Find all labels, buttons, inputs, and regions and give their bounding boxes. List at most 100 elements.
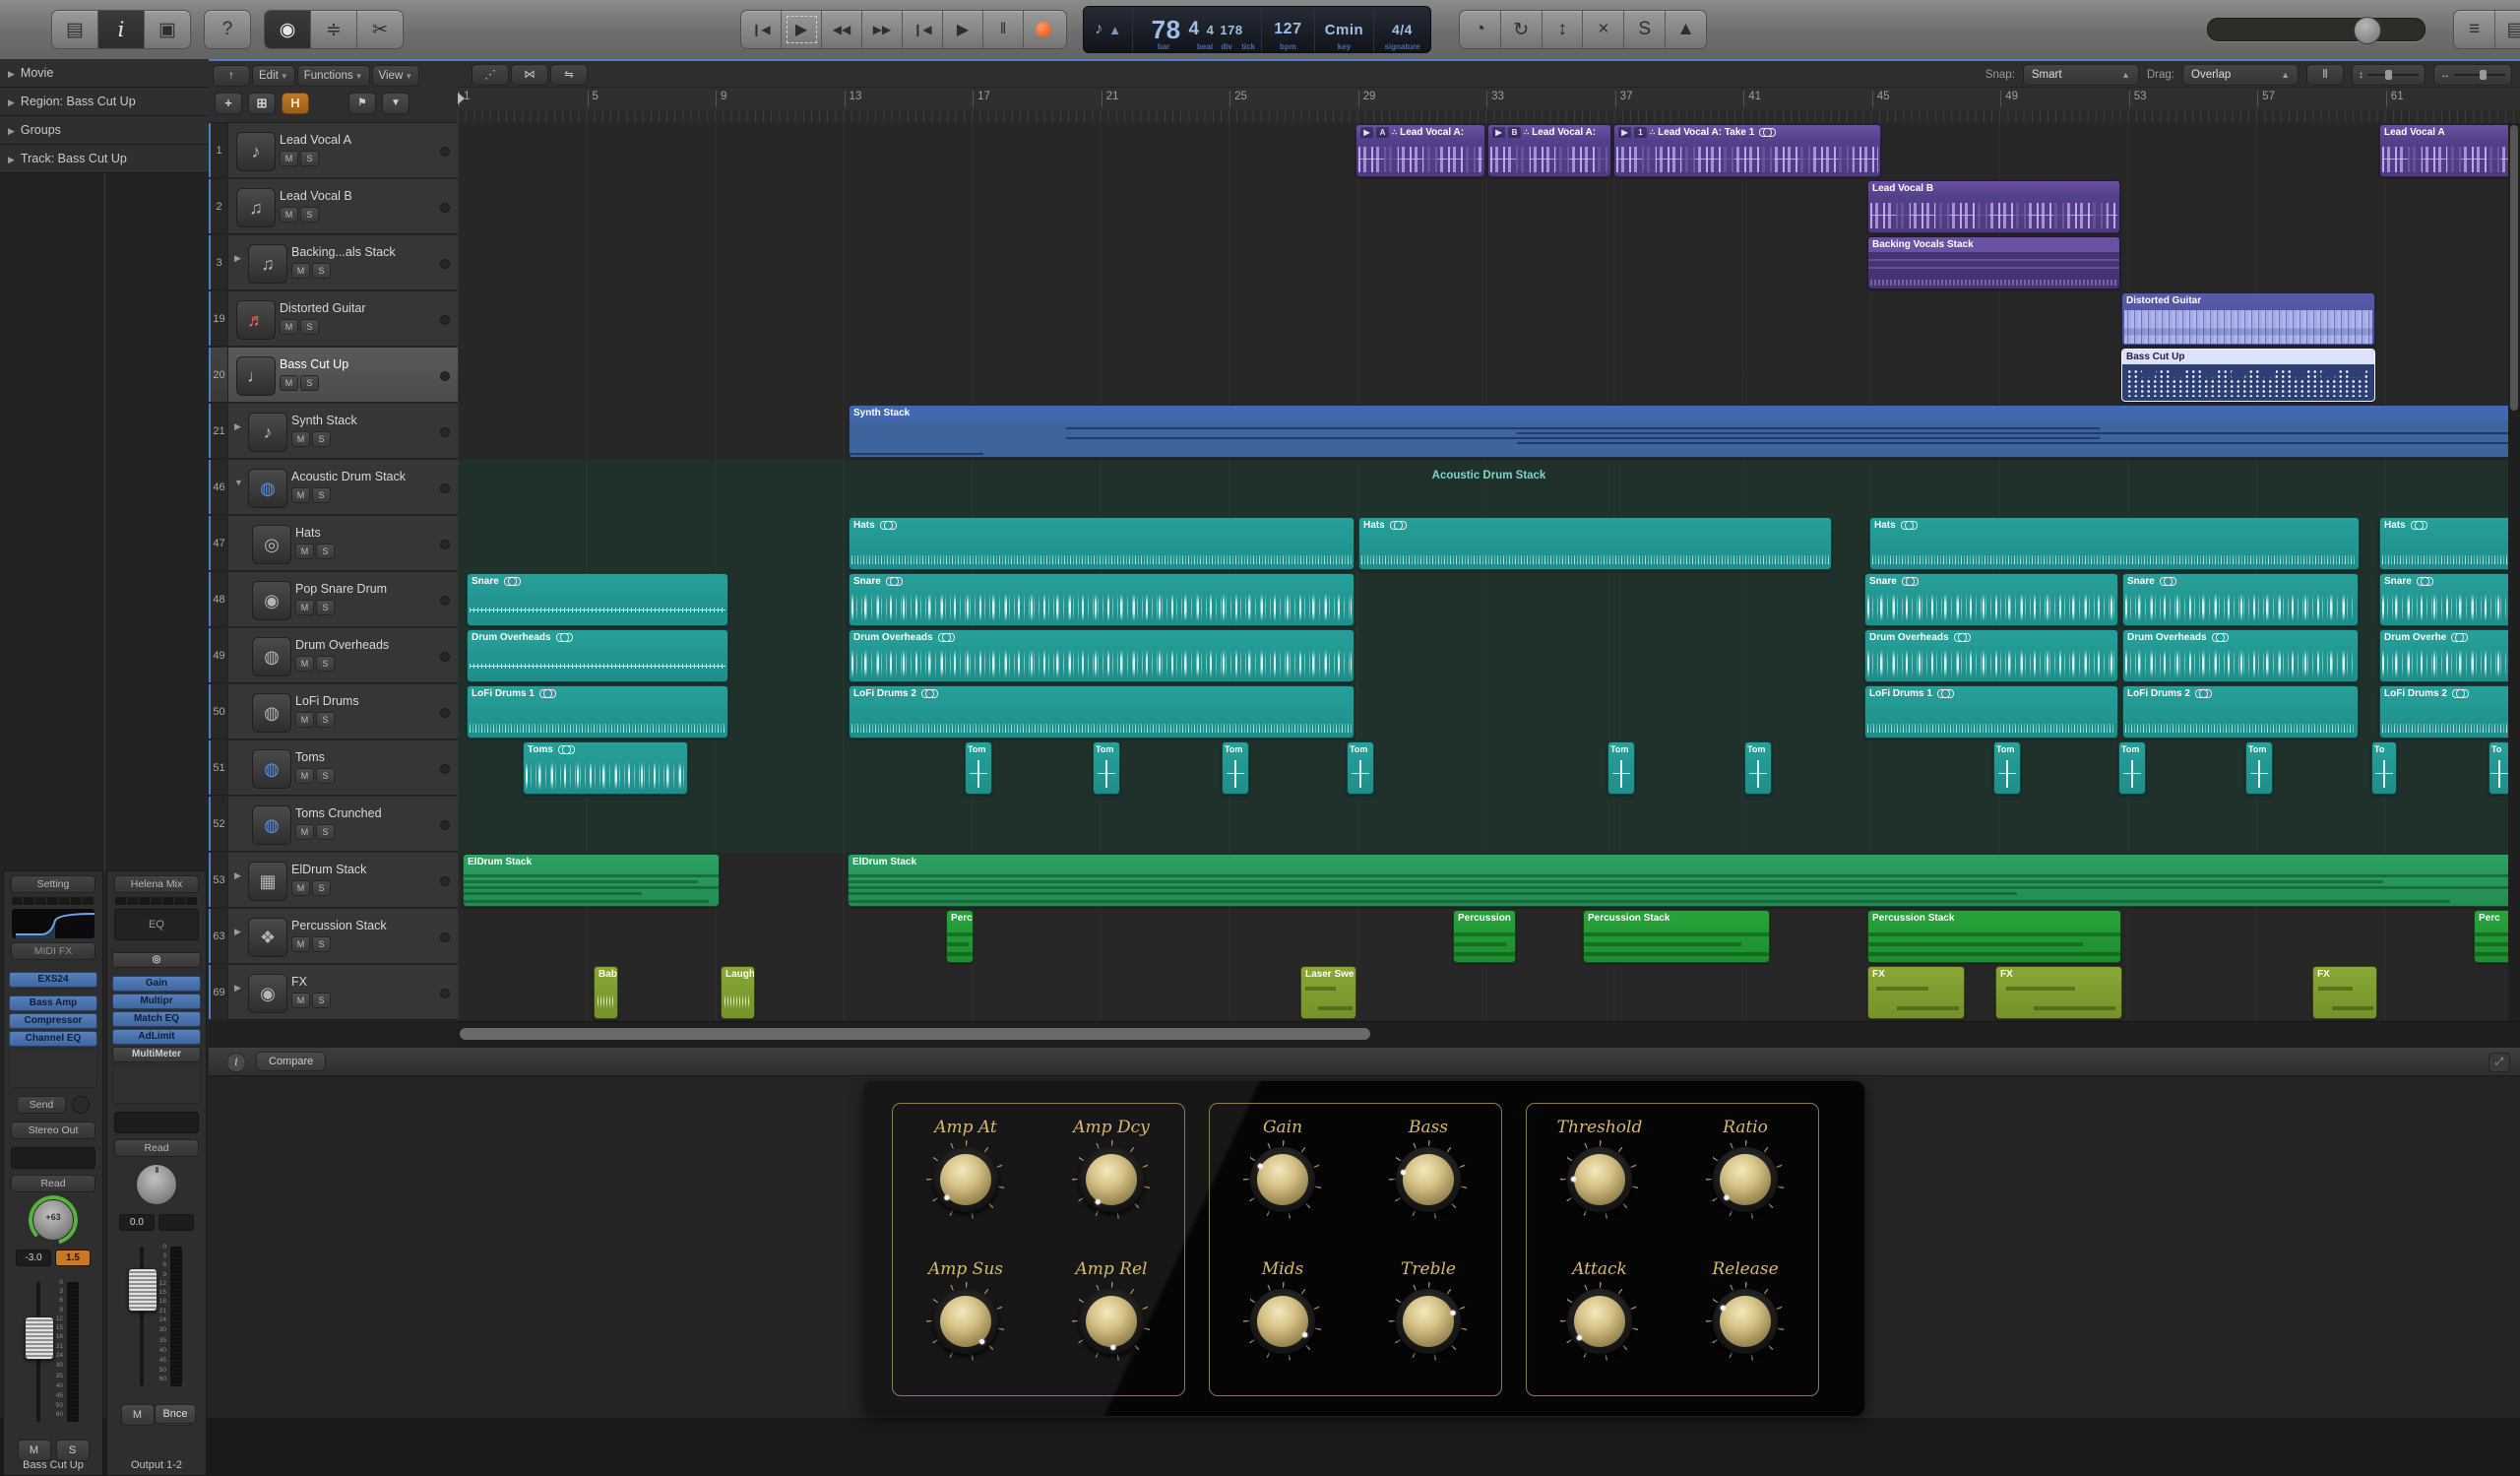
mute-button[interactable]: M [120, 1404, 155, 1426]
rewind-button[interactable]: ◀◀ [822, 11, 862, 48]
automation-mode-button[interactable]: Read [11, 1175, 95, 1192]
region-lead-vocal-a-take-1[interactable]: ▶ 1 ∴ Lead Vocal A: Take 1 [1613, 124, 1881, 177]
region-percussion-stack[interactable]: Percussion Stack [1583, 910, 1770, 963]
track-input-monitor[interactable] [440, 764, 450, 774]
region-hats[interactable]: Hats [1869, 517, 2360, 570]
region-lofi-drums-2[interactable]: LoFi Drums 2 [2122, 685, 2359, 738]
drag-dropdown[interactable]: Overlap▲▼ [2182, 64, 2299, 99]
region-eldrum-stack[interactable]: ElDrum Stack [463, 854, 720, 907]
audio-fx-slot[interactable]: Gain [112, 976, 201, 992]
play-button[interactable]: ▶ [943, 11, 983, 48]
knob-bass[interactable] [1389, 1140, 1468, 1219]
track-name[interactable]: Hats [295, 526, 321, 540]
drum-kit-icon[interactable]: ◍ [252, 693, 291, 733]
track-input-monitor[interactable] [440, 932, 450, 942]
region-percussion[interactable]: Percussion [1453, 910, 1516, 963]
track-row-percussion-stack[interactable]: 63 ▶ ❖ Percussion Stack M S [209, 909, 458, 964]
empty-fx-slot[interactable] [9, 1049, 97, 1088]
track-disclosure-icon[interactable]: ▶ [234, 421, 241, 432]
lcd-key[interactable]: Cmin key [1315, 7, 1374, 52]
vertical-scrollbar[interactable] [2508, 123, 2520, 1021]
disclosure-triangle-icon[interactable]: ▶ [8, 97, 15, 107]
library-icon[interactable]: ▤ [52, 11, 98, 48]
note-pads-icon[interactable]: ▤ [2495, 11, 2520, 48]
track-input-monitor[interactable] [440, 652, 450, 662]
back-button[interactable]: ↑ [213, 65, 250, 87]
format-button[interactable]: ◎ [112, 952, 201, 968]
region-synth-stack[interactable]: Synth Stack [849, 405, 2518, 458]
track-row-hats[interactable]: 47 ◎ Hats M S [209, 516, 458, 571]
knob-threshold[interactable] [1560, 1140, 1639, 1219]
track-name[interactable]: Bass Cut Up [280, 357, 348, 371]
track-solo-button[interactable]: S [316, 600, 335, 615]
region-tom[interactable]: Tom [1993, 741, 2021, 795]
track-input-monitor[interactable] [440, 708, 450, 718]
compare-button[interactable]: Compare [256, 1052, 327, 1071]
region-eldrum-stack[interactable]: ElDrum Stack [848, 854, 2518, 907]
inspector-icon[interactable]: i [98, 11, 145, 48]
solo-icon[interactable]: S [1624, 11, 1667, 48]
view-menu[interactable]: View ▼ [371, 65, 420, 87]
track-disclosure-icon[interactable]: ▶ [234, 927, 241, 937]
master-volume-slider[interactable] [2207, 17, 2426, 44]
arrange-canvas[interactable]: Acoustic Drum Stack ▶ A ∴ Lead Vocal A: ▶ B ∴ L… [458, 123, 2520, 1021]
region-hats[interactable]: Hats [1358, 517, 1832, 570]
record-button[interactable] [1024, 11, 1063, 48]
bar-ruler[interactable]: 1 5 9 13 17 21 25 29 33 37 41 45 49 53 57 61 [458, 88, 2520, 111]
region-backing-vocals-stack[interactable]: Backing Vocals Stack [1867, 236, 2120, 289]
track-name[interactable]: Percussion Stack [291, 919, 387, 932]
setting-button[interactable]: Helena Mix [114, 875, 199, 893]
playhead[interactable] [458, 93, 465, 104]
track-solo-button[interactable]: S [300, 375, 319, 391]
smart-controls-icon[interactable]: ◉ [265, 11, 311, 48]
audio-fx-slot[interactable]: Compressor [9, 1013, 97, 1029]
gain-value[interactable] [158, 1214, 194, 1231]
track-solo-button[interactable]: S [312, 487, 331, 503]
track-name[interactable]: Lead Vocal B [280, 189, 352, 203]
track-solo-button[interactable]: S [300, 207, 319, 223]
region-bab[interactable]: Bab [594, 966, 618, 1019]
track-row-backing-als-stack[interactable]: 3 ▶ ♫ Backing...als Stack M S [209, 235, 458, 290]
track-name[interactable]: Acoustic Drum Stack [291, 470, 406, 483]
track-name[interactable]: Backing...als Stack [291, 245, 396, 259]
drum-kit-icon[interactable]: ◍ [248, 469, 287, 508]
region-lofi-drums-2[interactable]: LoFi Drums 2 [849, 685, 1354, 738]
track-mute-button[interactable]: M [295, 824, 314, 840]
horizontal-zoom-slider[interactable]: ↔ [2433, 64, 2512, 86]
track-mute-button[interactable]: M [280, 375, 298, 391]
audio-fx-slot[interactable]: Match EQ [112, 1011, 201, 1027]
knob-release[interactable] [1706, 1282, 1785, 1361]
track-mute-button[interactable]: M [280, 319, 298, 335]
knob-gain[interactable] [1243, 1140, 1322, 1219]
track-mute-button[interactable]: M [291, 880, 310, 896]
volume-slider-handle[interactable] [2354, 17, 2381, 44]
volume-value[interactable]: 0.0 [119, 1214, 155, 1231]
track-mute-button[interactable]: M [295, 656, 314, 672]
track-mute-button[interactable]: M [291, 487, 310, 503]
track-name[interactable]: FX [291, 975, 307, 989]
track-input-monitor[interactable] [440, 876, 450, 886]
tom-icon[interactable]: ◍ [252, 749, 291, 789]
vocalist-icon[interactable]: ♫ [236, 188, 276, 227]
region-to[interactable]: To [2371, 741, 2397, 795]
inspector-section-track-bass-cut-up[interactable]: ▶ Track: Bass Cut Up [0, 145, 209, 173]
region-snare[interactable]: Snare [467, 573, 728, 626]
region-percussion-stack[interactable]: Percussion Stack [1867, 910, 2121, 963]
region-fx[interactable]: FX [1995, 966, 2122, 1019]
track-input-monitor[interactable] [440, 147, 450, 157]
region-snare[interactable]: Snare [2379, 573, 2518, 626]
track-solo-button[interactable]: S [312, 936, 331, 952]
audio-fx-slot[interactable]: AdLimit [112, 1029, 201, 1045]
bass-guitar-icon[interactable]: ♩ [236, 356, 276, 396]
lcd-display[interactable]: ♪ ▲ 78 4 4 178 bar beat div tick 127 bpm… [1083, 6, 1431, 53]
pan-knob[interactable] [135, 1163, 178, 1206]
empty-fx-slot[interactable] [112, 1064, 201, 1104]
tuner-icon[interactable]: ◔ [1460, 11, 1501, 48]
track-name[interactable]: Distorted Guitar [280, 301, 366, 315]
midi-fx-slot[interactable]: MIDI FX [11, 942, 95, 960]
snare-icon[interactable]: ◉ [252, 581, 291, 620]
go-to-beginning-button[interactable]: ❙◀ [741, 11, 782, 48]
region-tom[interactable]: Tom [1744, 741, 1772, 795]
track-mute-button[interactable]: M [280, 207, 298, 223]
horizontal-scrollbar[interactable] [458, 1021, 2520, 1049]
